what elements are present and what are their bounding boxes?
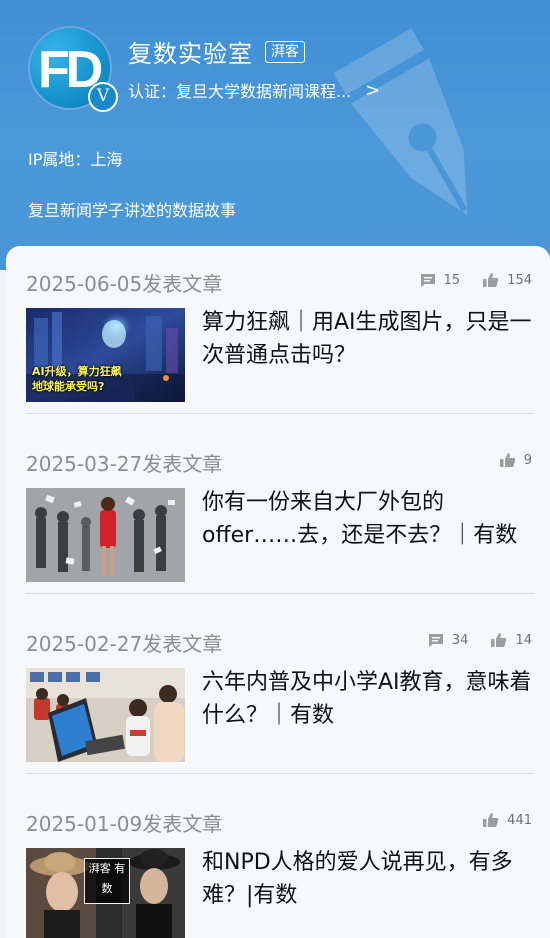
ip-location: IP属地：上海 [28, 150, 123, 169]
thumbs-up-icon [499, 452, 516, 468]
chevron-right-icon: > [365, 79, 381, 101]
article-stats: 34 14 [428, 632, 532, 648]
article-title[interactable]: 六年内普及中小学AI教育，意味着什么？｜有数 [202, 666, 538, 732]
thumbs-up-icon [490, 632, 507, 648]
comment-icon [420, 273, 436, 288]
article-stats: 9 [499, 452, 532, 468]
pen-nib-icon [333, 28, 468, 216]
account-tag-badge: 湃客 [265, 40, 305, 63]
article-thumbnail: AI升级，算力狂飙 地球能承受吗? [26, 308, 185, 402]
article-title[interactable]: 算力狂飙｜用AI生成图片，只是一次普通点击吗？ [202, 306, 538, 372]
comment-icon [428, 633, 444, 648]
like-count: 441 [507, 812, 532, 828]
thumbnail-logo: 湃客 有数 [84, 858, 130, 904]
divider [26, 413, 534, 414]
article-stats: 441 [482, 812, 532, 828]
verified-badge: V [88, 82, 118, 112]
account-bio: 复旦新闻学子讲述的数据故事 [28, 201, 237, 220]
like-stat: 9 [499, 452, 532, 468]
profile-header: FD V 复数实验室 湃客 认证：复旦大学数据新闻课程... > IP属地：上海… [0, 0, 550, 270]
divider [26, 593, 534, 594]
like-stat: 14 [490, 632, 532, 648]
like-stat: 441 [482, 812, 532, 828]
like-stat: 154 [482, 272, 532, 288]
divider [26, 773, 534, 774]
account-name: 复数实验室 [128, 40, 253, 68]
like-count: 154 [507, 272, 532, 288]
avatar[interactable]: FD V [30, 28, 118, 112]
article-list: 2025-06-05发表文章 15 154 AI升级，算力狂飙 地球能承受吗? … [6, 246, 550, 938]
thumbnail-caption: AI升级，算力狂飙 地球能承受吗? [32, 365, 122, 393]
article-item[interactable]: 2025-06-05发表文章 15 154 AI升级，算力狂飙 地球能承受吗? … [26, 246, 534, 414]
article-item[interactable]: 2025-01-09发表文章 441 湃客 有数 和NPD人格的爱人说再见，有多… [26, 786, 534, 938]
article-stats: 15 154 [420, 272, 532, 288]
article-title[interactable]: 和NPD人格的爱人说再见，有多难？|有数 [202, 846, 538, 912]
thumbs-up-icon [482, 272, 499, 288]
certification-text: 认证：复旦大学数据新闻课程... [128, 82, 352, 101]
article-date: 2025-02-27发表文章 [26, 632, 223, 656]
comment-count: 15 [443, 272, 461, 288]
article-date: 2025-06-05发表文章 [26, 272, 223, 296]
thumbs-up-icon [482, 812, 499, 828]
like-count: 9 [523, 452, 532, 468]
article-date: 2025-01-09发表文章 [26, 812, 223, 836]
article-thumbnail [26, 668, 185, 762]
comment-stat: 34 [428, 632, 469, 648]
article-thumbnail [26, 488, 185, 582]
article-title[interactable]: 你有一份来自大厂外包的offer……去，还是不去？｜有数 [202, 486, 538, 552]
article-date: 2025-03-27发表文章 [26, 452, 223, 476]
comment-stat: 15 [420, 272, 461, 288]
article-thumbnail: 湃客 有数 [26, 848, 185, 938]
comment-count: 34 [451, 632, 469, 648]
app-frame: FD V 复数实验室 湃客 认证：复旦大学数据新闻课程... > IP属地：上海… [0, 0, 550, 938]
article-item[interactable]: 2025-03-27发表文章 9 你有一份来自大厂外包的offer……去，还是不… [26, 426, 534, 594]
like-count: 14 [515, 632, 532, 648]
certification-link[interactable]: 认证：复旦大学数据新闻课程... > [128, 78, 380, 102]
name-row: 复数实验室 湃客 [128, 34, 305, 69]
article-item[interactable]: 2025-02-27发表文章 34 14 六年内普及中小学AI教育，意味着什么？… [26, 606, 534, 774]
